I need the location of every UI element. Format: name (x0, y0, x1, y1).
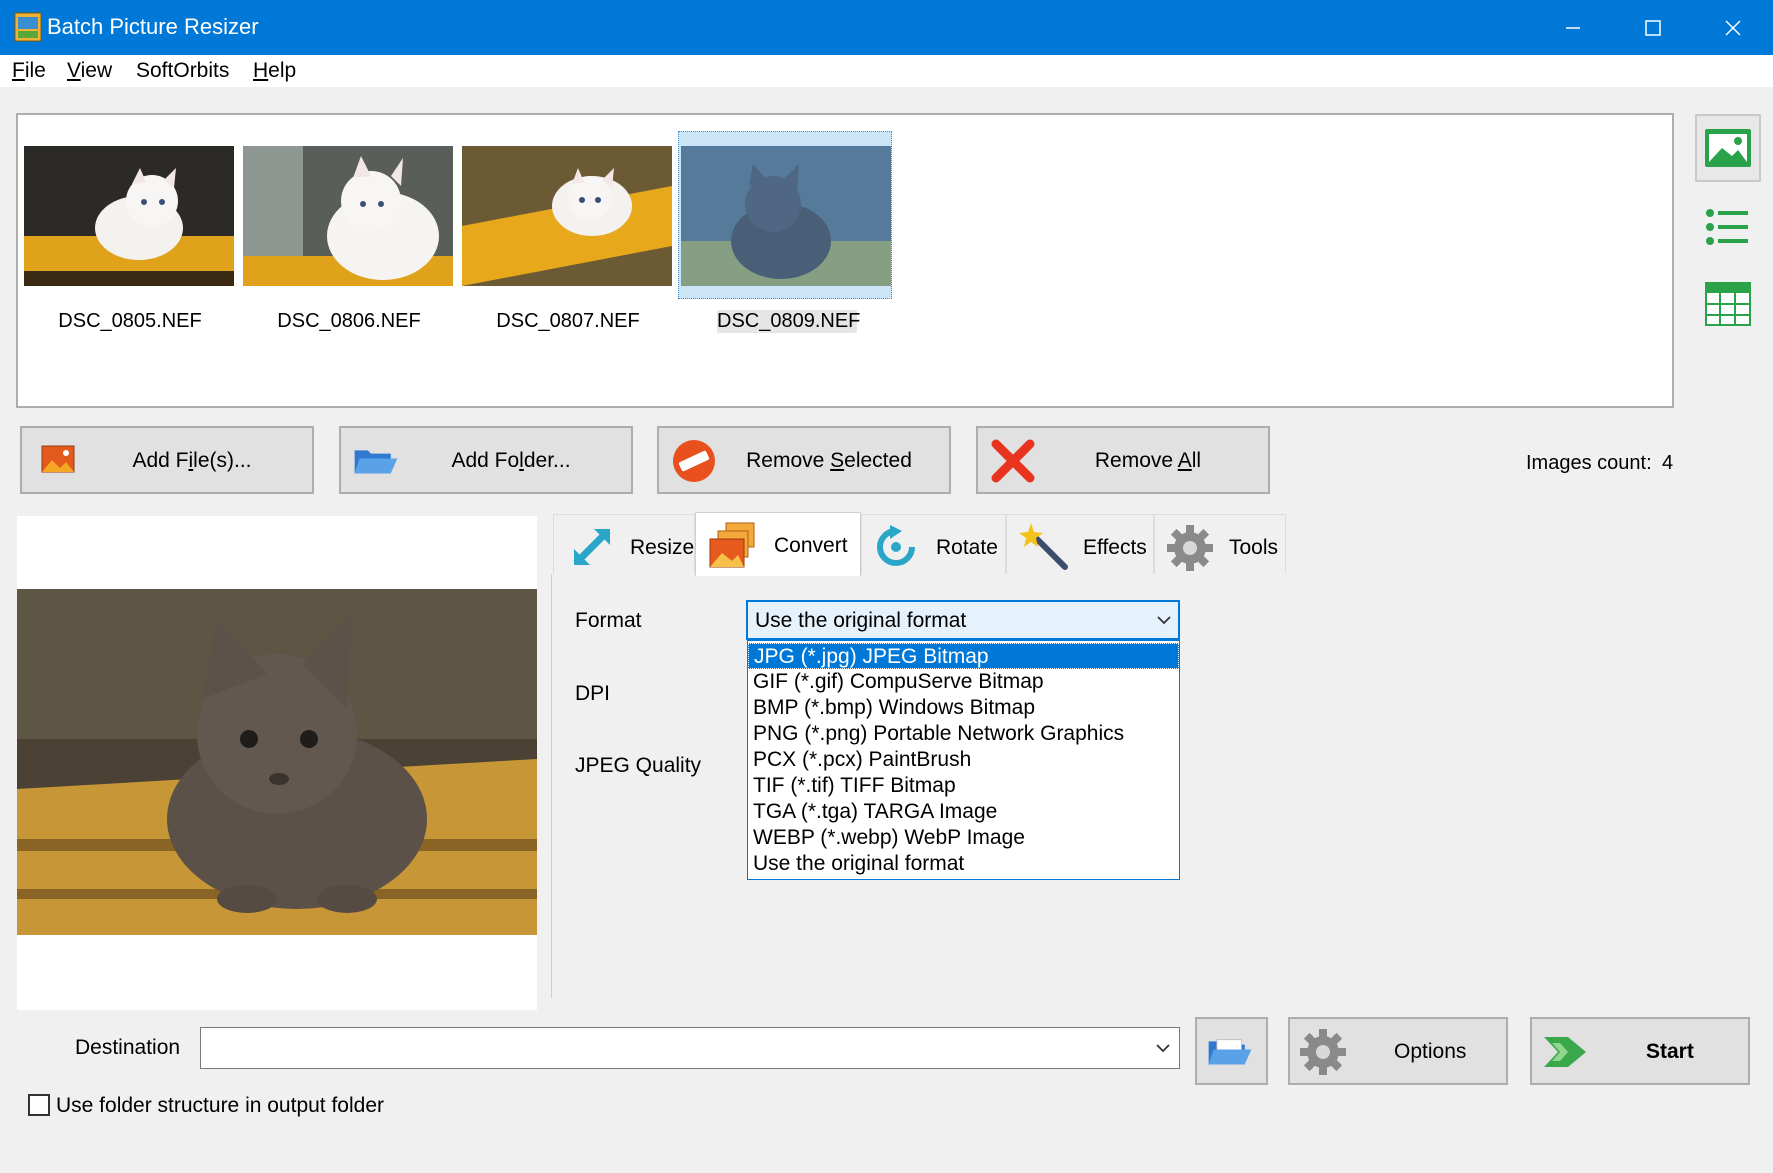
list-icon (1706, 209, 1748, 245)
format-select[interactable]: Use the original format (746, 600, 1180, 640)
jpeg-quality-label: JPEG Quality (575, 754, 702, 777)
folder-structure-label[interactable]: Use folder structure in output folder (56, 1094, 384, 1118)
format-label: Format (575, 609, 642, 632)
add-image-icon (41, 445, 75, 473)
menu-bar: File View SoftOrbits Help (0, 55, 1773, 87)
rotate-icon (877, 525, 915, 566)
minimize-icon (1566, 26, 1580, 29)
kitten-photo (462, 146, 672, 286)
format-option[interactable]: BMP (*.bmp) Windows Bitmap (748, 695, 1179, 721)
remove-all-x-icon (991, 439, 1035, 483)
remove-all-button[interactable]: Remove All (976, 426, 1270, 494)
magic-wand-icon (1019, 523, 1068, 570)
tab-convert[interactable]: Convert (695, 512, 861, 576)
format-option[interactable]: PNG (*.png) Portable Network Graphics (748, 721, 1179, 747)
image-name: DSC_0807.NEF (496, 310, 640, 332)
tab-rotate[interactable]: Rotate (861, 514, 1006, 574)
maximize-button[interactable] (1613, 0, 1693, 55)
close-button[interactable] (1693, 0, 1773, 55)
menu-softorbits[interactable]: SoftOrbits (136, 59, 229, 83)
destination-label: Destination (75, 1036, 181, 1059)
images-count-value: 4 (1662, 452, 1674, 474)
window-title: Batch Picture Resizer (47, 14, 259, 39)
kitten-photo (681, 146, 891, 286)
add-files-button[interactable]: Add File(s)... (20, 426, 314, 494)
maximize-icon (1645, 19, 1661, 36)
kitten-photo (24, 146, 234, 286)
title-bar: Batch Picture Resizer (0, 0, 1773, 55)
format-option[interactable]: JPG (*.jpg) JPEG Bitmap (748, 643, 1179, 669)
add-folder-button[interactable]: Add Folder... (339, 426, 633, 494)
format-option[interactable]: GIF (*.gif) CompuServe Bitmap (748, 669, 1179, 695)
format-option[interactable]: Use the original format (748, 851, 1179, 877)
start-arrow-icon (1544, 1037, 1586, 1067)
image-name: DSC_0809.NEF (717, 310, 861, 333)
menu-help[interactable]: Help (253, 59, 296, 83)
format-option[interactable]: WEBP (*.webp) WebP Image (748, 825, 1179, 851)
image-preview (17, 516, 537, 1010)
gear-icon (1300, 1029, 1346, 1075)
remove-selected-button[interactable]: Remove Selected (657, 426, 951, 494)
table-view-button[interactable] (1695, 270, 1761, 338)
browse-folder-button[interactable] (1195, 1017, 1268, 1085)
format-option[interactable]: TGA (*.tga) TARGA Image (748, 799, 1179, 825)
format-dropdown-list[interactable]: JPG (*.jpg) JPEG Bitmap GIF (*.gif) Comp… (747, 640, 1180, 880)
resize-icon (573, 528, 611, 566)
tab-resize[interactable]: Resize (553, 514, 695, 574)
format-select-value: Use the original format (755, 609, 967, 632)
dpi-label: DPI (575, 682, 611, 705)
thumbnails-icon (1705, 129, 1751, 167)
format-option[interactable]: PCX (*.pcx) PaintBrush (748, 747, 1179, 773)
remove-icon (673, 440, 715, 482)
folder-icon (354, 450, 398, 474)
image-name: DSC_0806.NEF (277, 310, 421, 332)
preview-kitten-photo (17, 589, 537, 935)
chevron-down-icon (1157, 616, 1171, 625)
folder-structure-checkbox[interactable] (28, 1094, 50, 1116)
open-folder-icon (1208, 1039, 1252, 1065)
images-count-label: Images count: (1526, 452, 1652, 474)
image-list[interactable]: DSC_0805.NEF DSC_0806.NEF DSC_0807.NEF D… (16, 113, 1674, 408)
minimize-button[interactable] (1533, 0, 1613, 55)
tab-effects[interactable]: Effects (1006, 514, 1154, 574)
destination-input[interactable] (200, 1027, 1180, 1069)
options-button[interactable]: Options (1288, 1017, 1508, 1085)
chevron-down-icon (1156, 1044, 1170, 1053)
convert-icon (709, 522, 755, 568)
thumbnails-view-button[interactable] (1695, 114, 1761, 182)
format-option[interactable]: TIF (*.tif) TIFF Bitmap (748, 773, 1179, 799)
menu-view[interactable]: View (67, 59, 112, 83)
tab-tools[interactable]: Tools (1154, 514, 1286, 574)
close-icon (1725, 19, 1741, 36)
image-name: DSC_0805.NEF (58, 310, 202, 332)
kitten-photo (243, 146, 453, 286)
app-icon (14, 12, 42, 42)
menu-file[interactable]: File (12, 59, 46, 83)
gear-icon (1167, 525, 1213, 571)
list-view-button[interactable] (1695, 193, 1761, 261)
table-icon (1705, 282, 1751, 326)
start-button[interactable]: Start (1530, 1017, 1750, 1085)
